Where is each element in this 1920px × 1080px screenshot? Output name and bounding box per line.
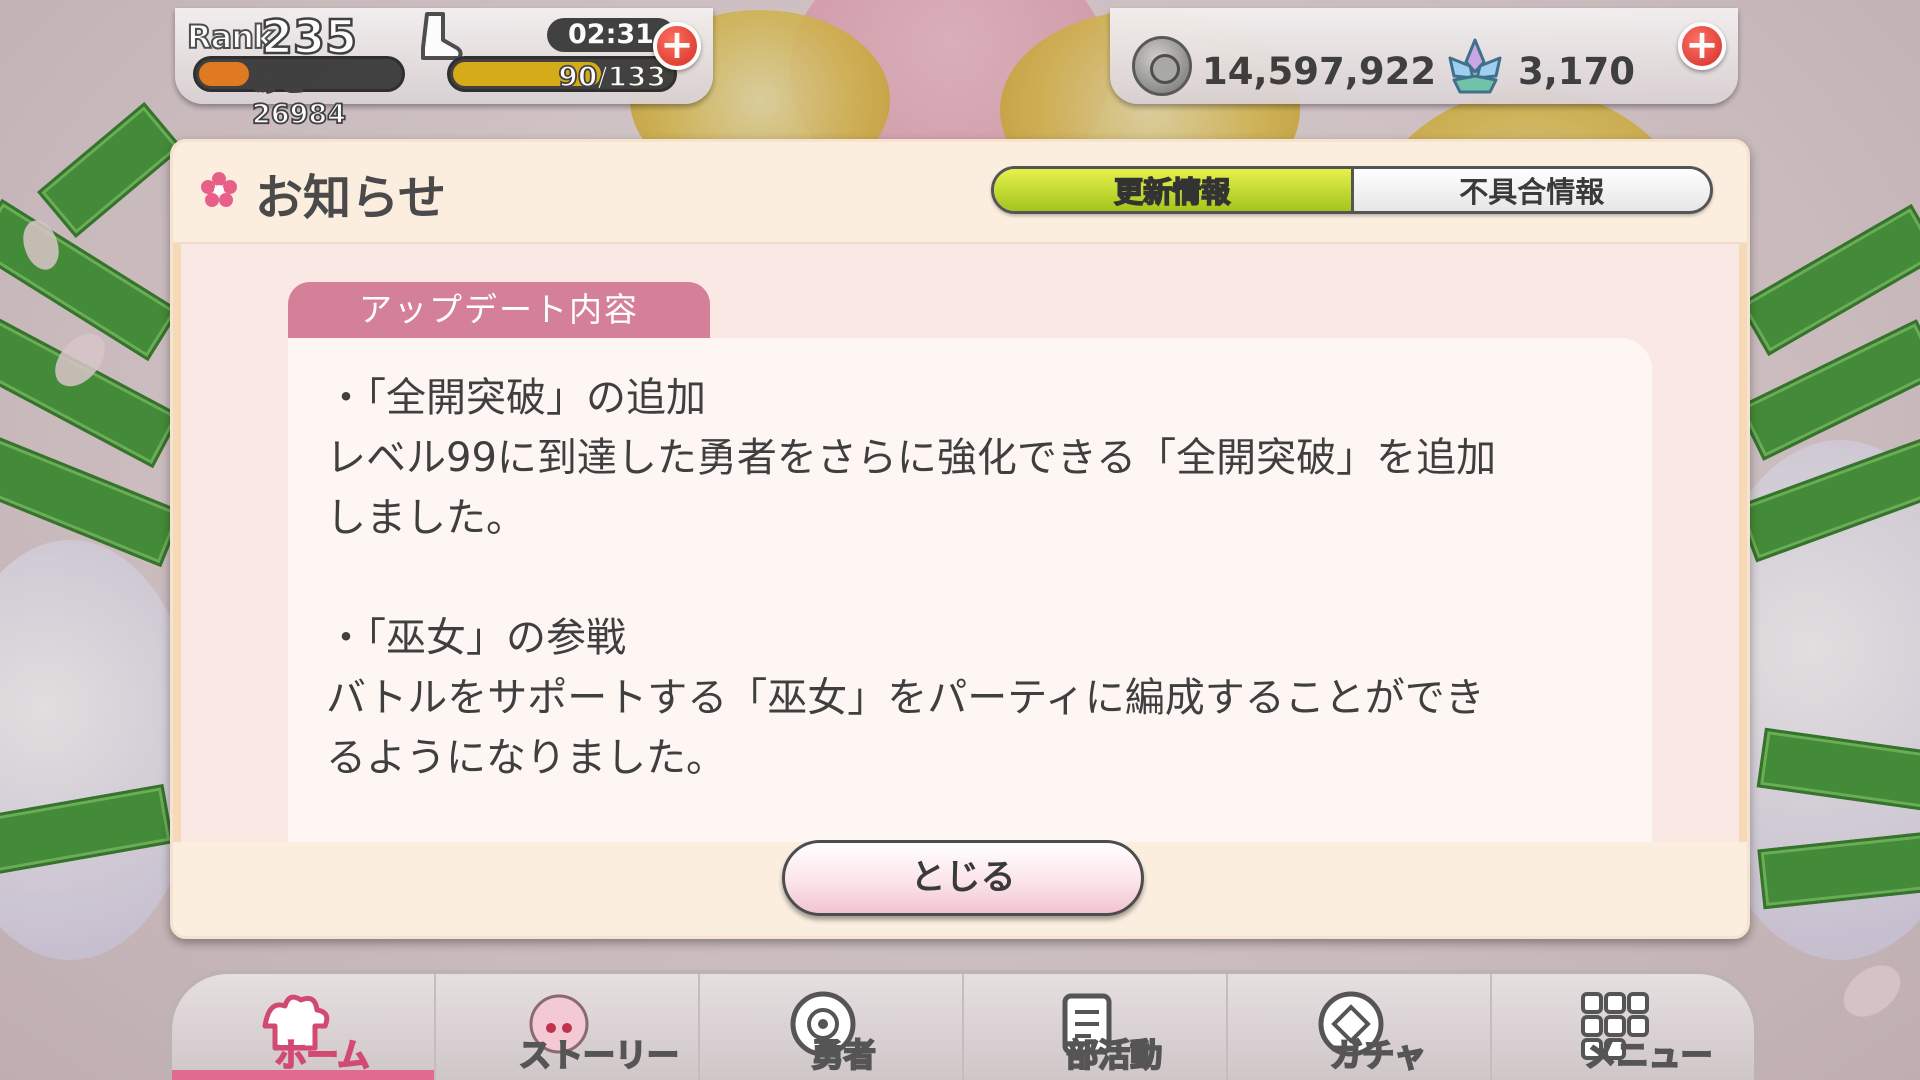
nav-item-club[interactable]: 部活動	[964, 974, 1228, 1080]
coin-icon	[1132, 36, 1192, 96]
lotus-gem-icon	[1448, 38, 1502, 94]
tab-bug-info[interactable]: 不具合情報	[1353, 169, 1710, 211]
plus-icon: +	[1685, 22, 1719, 68]
close-button[interactable]: とじる	[782, 840, 1144, 916]
dialog-header: お知らせ 更新情報 不具合情報	[173, 142, 1747, 244]
add-gems-button[interactable]: +	[1678, 22, 1726, 70]
dialog-title: お知らせ	[255, 170, 447, 226]
nav-item-home[interactable]: ホーム	[172, 974, 436, 1080]
nav-label-home: ホーム	[273, 1035, 370, 1075]
player-status-panel: Rank 235 あと 26984 02:31 90/133 +	[175, 8, 713, 131]
sakura-icon	[201, 172, 237, 207]
nav-item-hero[interactable]: 勇者	[700, 974, 964, 1080]
nav-item-story[interactable]: ストーリー	[436, 974, 700, 1080]
tab-update-info[interactable]: 更新情報	[994, 169, 1354, 211]
nav-label-gacha: ガチャ	[1329, 1035, 1427, 1075]
gem-value: 3,170	[1518, 50, 1636, 93]
notice-panel: ・「全開突破」の追加 レベル99に到達した勇者をさらに強化できる「全開突破」を追…	[288, 338, 1652, 842]
bottom-navigation: ホーム ストーリー 勇者 部活動 ガチャ メニュー	[168, 970, 1758, 1080]
plus-icon: +	[660, 22, 694, 68]
exp-bar: あと 26984	[193, 56, 405, 131]
nav-item-gacha[interactable]: ガチャ	[1228, 974, 1492, 1080]
currency-panel: 14,597,922 3,170 +	[1110, 8, 1738, 104]
exp-remaining: あと 26984	[251, 66, 347, 131]
notice-dialog: お知らせ 更新情報 不具合情報 アップデート内容 ・「全開突破」の追加 レベル9…	[170, 139, 1750, 939]
nav-label-hero: 勇者	[811, 1035, 877, 1075]
dialog-footer: とじる	[173, 836, 1747, 936]
stamina-value: 90/133	[557, 59, 666, 94]
notice-text: ・「全開突破」の追加 レベル99に到達した勇者をさらに強化できる「全開突破」を追…	[326, 375, 1497, 781]
dialog-body: アップデート内容 ・「全開突破」の追加 レベル99に到達した勇者をさらに強化でき…	[173, 244, 1747, 842]
nav-label-menu: メニュー	[1584, 1035, 1714, 1075]
nav-label-club: 部活動	[1065, 1035, 1163, 1075]
exp-bar-fill	[199, 62, 249, 86]
nav-label-story: ストーリー	[518, 1035, 680, 1075]
notice-scroll-area[interactable]: アップデート内容 ・「全開突破」の追加 レベル99に到達した勇者をさらに強化でき…	[181, 244, 1739, 842]
stamina-bar: 90/133	[447, 56, 677, 94]
coin-value: 14,597,922	[1202, 50, 1437, 93]
add-stamina-button[interactable]: +	[653, 22, 701, 70]
section-tag: アップデート内容	[288, 282, 710, 338]
notice-tabs: 更新情報 不具合情報	[991, 166, 1713, 214]
nav-item-menu[interactable]: メニュー	[1492, 974, 1754, 1080]
